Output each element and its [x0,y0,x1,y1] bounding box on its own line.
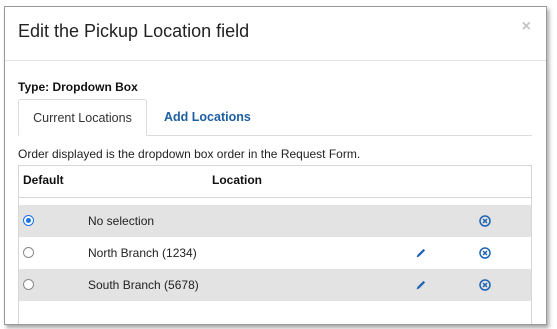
table-row: South Branch (5678) [19,269,531,301]
column-header-location: Location [212,173,262,187]
tab-add-locations[interactable]: Add Locations [164,99,251,136]
delete-icon[interactable] [479,279,491,291]
default-radio[interactable] [23,215,34,226]
pencil-icon[interactable] [414,278,428,292]
table-row: North Branch (1234) [19,237,531,269]
order-note: Order displayed is the dropdown box orde… [18,147,361,161]
screenshot-canvas: Edit the Pickup Location field × Type: D… [0,0,557,329]
edit-pickup-location-dialog: Edit the Pickup Location field × Type: D… [4,6,547,325]
dialog-header: Edit the Pickup Location field × [5,7,546,61]
default-radio[interactable] [23,247,34,258]
delete-icon[interactable] [479,247,491,259]
locations-table: Default Location No selection North Bran… [18,165,532,324]
default-radio[interactable] [23,279,34,290]
field-type-label: Type: Dropdown Box [18,80,138,94]
dialog-title: Edit the Pickup Location field [18,21,250,41]
location-name: North Branch (1234) [88,246,197,260]
tab-current-locations[interactable]: Current Locations [18,99,147,136]
delete-icon[interactable] [479,215,491,227]
column-header-default: Default [23,173,64,187]
tab-bar: Current Locations Add Locations [18,99,532,136]
location-name: No selection [88,214,155,228]
table-header-row: Default Location [19,166,531,198]
pencil-icon[interactable] [414,246,428,260]
table-row: No selection [19,205,531,237]
location-name: South Branch (5678) [88,278,199,292]
close-icon[interactable]: × [522,18,531,36]
